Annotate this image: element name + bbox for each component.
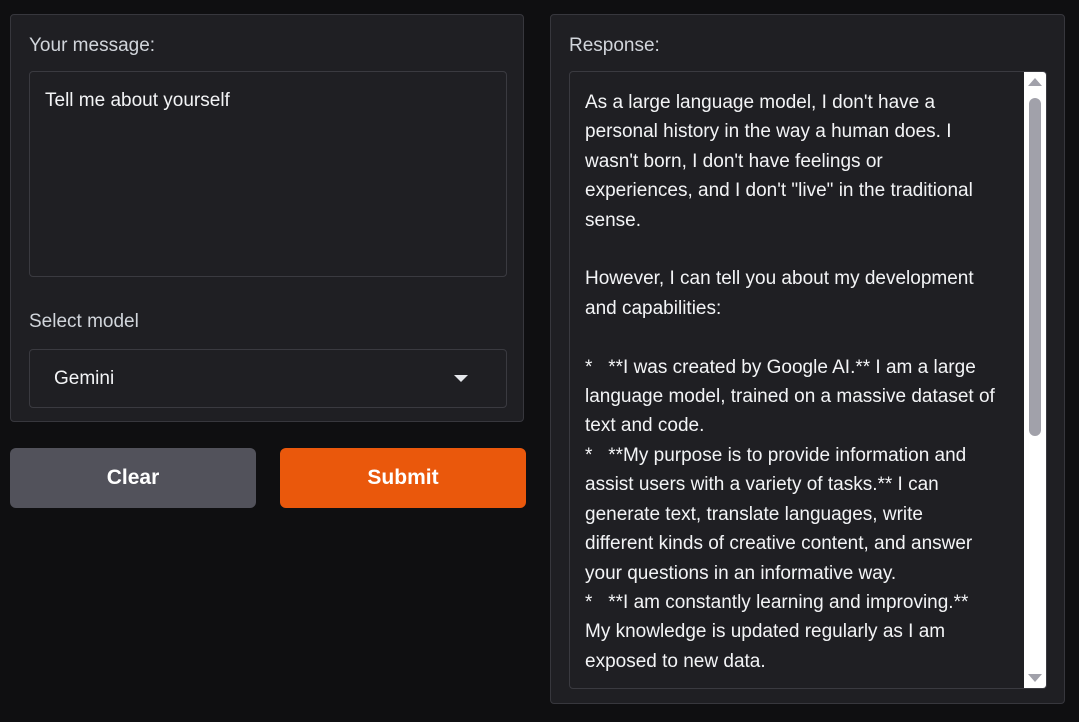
message-input[interactable]: Tell me about yourself bbox=[29, 71, 507, 277]
chevron-down-icon[interactable] bbox=[454, 375, 468, 382]
scrollbar-thumb[interactable] bbox=[1029, 98, 1041, 436]
response-scrollbar[interactable] bbox=[1024, 72, 1046, 688]
model-label: Select model bbox=[29, 311, 139, 332]
model-select-value: Gemini bbox=[54, 367, 115, 389]
scroll-up-arrow-icon[interactable] bbox=[1028, 78, 1042, 86]
scroll-down-arrow-icon[interactable] bbox=[1028, 674, 1042, 682]
message-label: Your message: bbox=[29, 35, 156, 56]
response-panel: Response: As a large language model, I d… bbox=[550, 14, 1065, 704]
response-text: As a large language model, I don't have … bbox=[585, 92, 995, 672]
message-input-value: Tell me about yourself bbox=[45, 90, 230, 111]
input-panel: Your message: Tell me about yourself Sel… bbox=[10, 14, 524, 422]
clear-button[interactable]: Clear bbox=[10, 448, 256, 508]
response-label: Response: bbox=[569, 35, 660, 56]
submit-button[interactable]: Submit bbox=[280, 448, 526, 508]
response-output[interactable]: As a large language model, I don't have … bbox=[569, 71, 1047, 689]
model-select[interactable]: Gemini bbox=[29, 349, 507, 408]
